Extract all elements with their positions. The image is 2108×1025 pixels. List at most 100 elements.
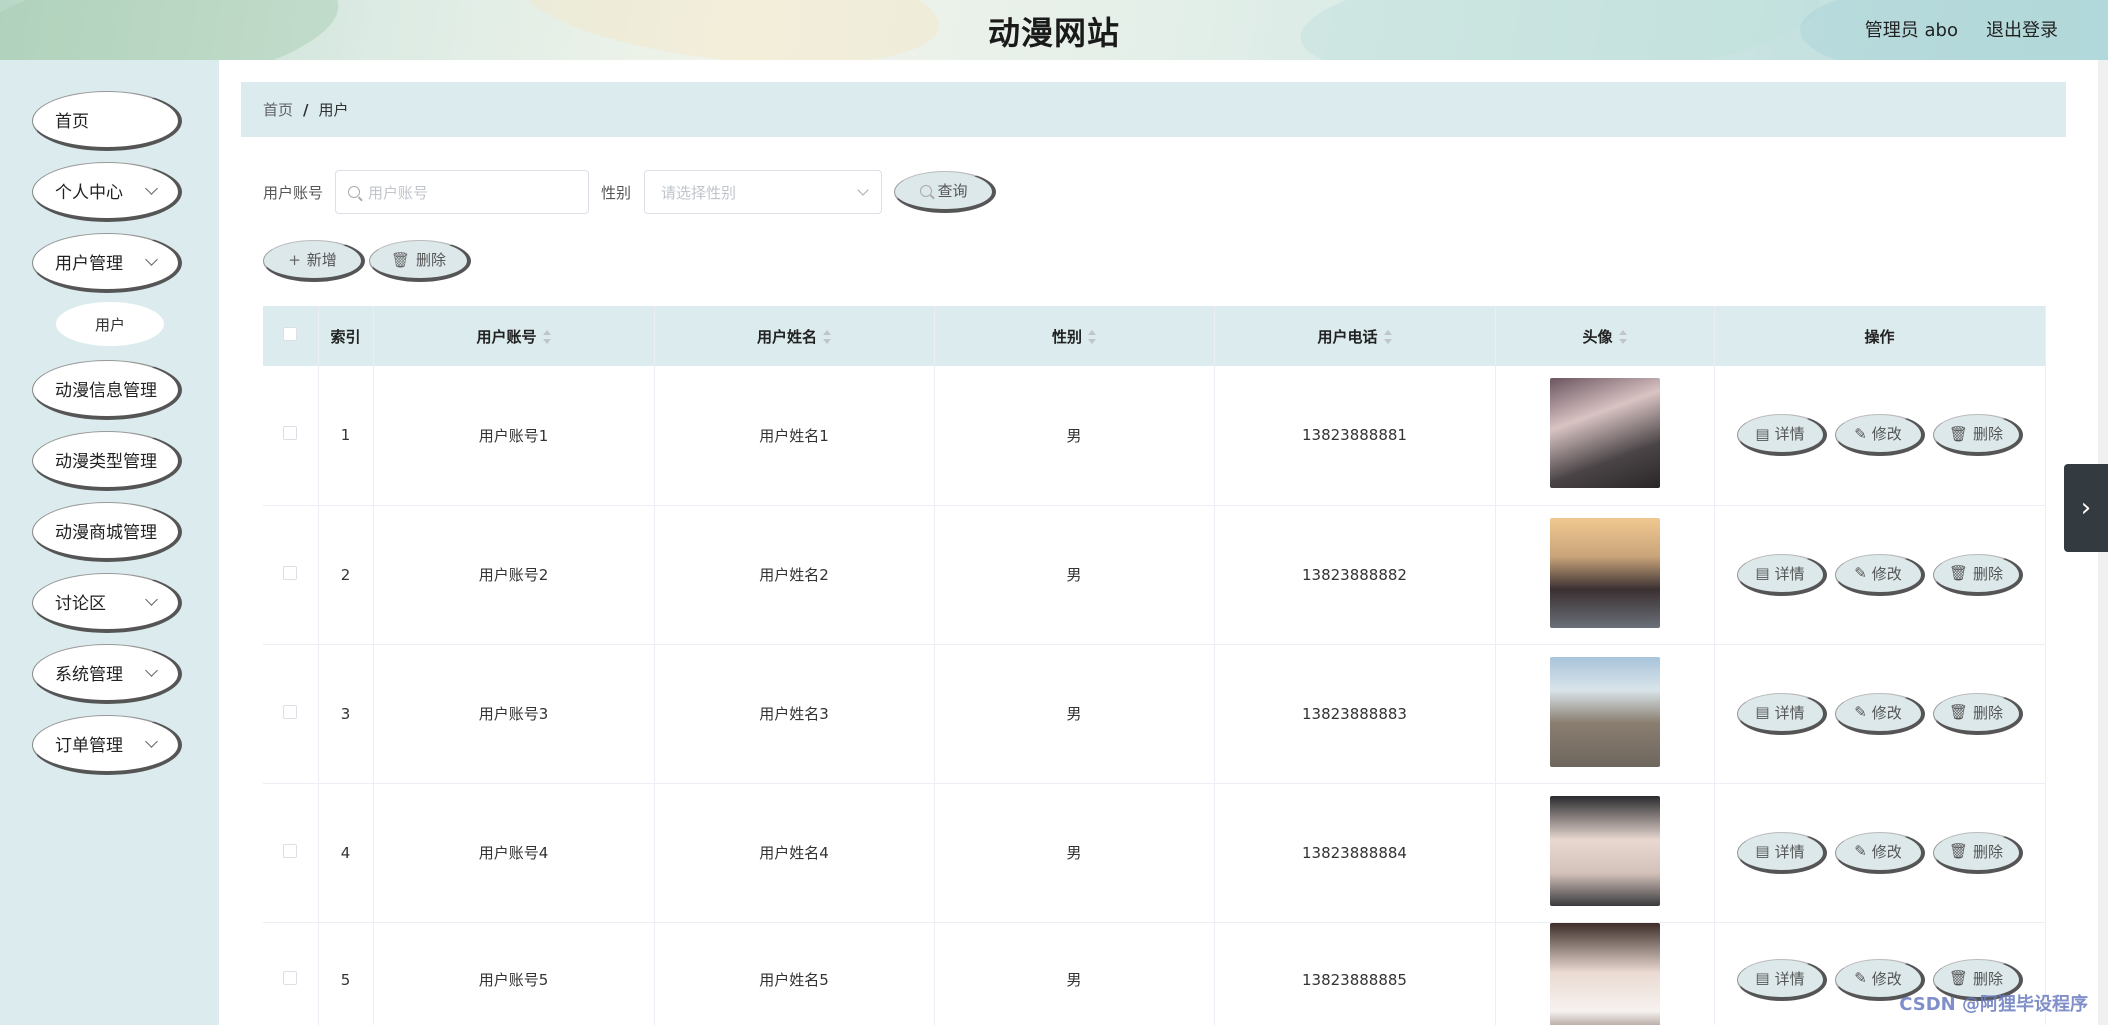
trash-icon: 🗑 [1948, 564, 1969, 582]
column-header-account[interactable]: 用户账号 [373, 306, 655, 366]
sidebar-item-orders[interactable]: 订单管理 [32, 715, 182, 775]
table-header-row: 索引 用户账号 用户姓名 性别 用户电话 头像 操作 [263, 306, 2046, 366]
detail-label: 详情 [1774, 703, 1805, 722]
cell-account: 用户账号3 [373, 644, 655, 784]
row-select-cell [263, 922, 319, 1025]
column-header-phone[interactable]: 用户电话 [1214, 306, 1496, 366]
row-checkbox[interactable] [283, 843, 298, 858]
cell-gender: 男 [934, 783, 1215, 923]
side-panel-toggle[interactable]: › [2064, 464, 2108, 552]
avatar[interactable] [1549, 517, 1660, 628]
avatar[interactable] [1549, 795, 1660, 906]
sidebar-item-user-management[interactable]: 用户管理 [32, 233, 182, 293]
delete-label: 删除 [1973, 703, 2004, 722]
sidebar-subitem-user[interactable]: 用户 [56, 302, 164, 346]
row-select-cell [263, 644, 319, 784]
sort-icon[interactable] [1383, 330, 1392, 344]
trash-icon: 🗑 [1948, 842, 1969, 860]
cell-gender: 男 [934, 644, 1215, 784]
account-label: 用户账号 [263, 183, 324, 202]
sort-icon[interactable] [1618, 330, 1627, 344]
sort-icon[interactable] [823, 330, 831, 344]
delete-button[interactable]: 🗑 删除 [1932, 553, 2023, 596]
avatar[interactable] [1549, 656, 1660, 767]
delete-button-label: 删除 [416, 251, 447, 269]
account-search-input[interactable]: 用户账号 [335, 170, 590, 214]
avatar[interactable] [1549, 378, 1660, 489]
avatar[interactable] [1549, 922, 1660, 1025]
chevron-right-icon: › [2080, 493, 2092, 523]
table-row: 1 用户账号1 用户姓名1 男 13823888881 ▤ 详情 ✎ 修改 🗑 删除 [263, 366, 2046, 506]
sidebar-item-anime-info[interactable]: 动漫信息管理 [32, 360, 182, 420]
cell-actions: ▤ 详情 ✎ 修改 🗑 删除 [1714, 783, 2046, 923]
plus-icon: + [288, 250, 301, 269]
detail-button[interactable]: ▤ 详情 [1736, 958, 1827, 1001]
delete-label: 删除 [1973, 425, 2004, 444]
add-button[interactable]: + 新增 [263, 240, 365, 282]
delete-button[interactable]: 🗑 删除 [1932, 692, 2023, 735]
detail-label: 详情 [1774, 969, 1805, 988]
edit-button[interactable]: ✎ 修改 [1834, 692, 1925, 735]
cell-avatar [1495, 783, 1715, 923]
column-header-gender[interactable]: 性别 [934, 306, 1215, 366]
cell-gender: 男 [934, 505, 1215, 645]
edit-label: 修改 [1871, 703, 1902, 722]
sidebar-item-anime-shop[interactable]: 动漫商城管理 [32, 502, 182, 562]
cell-name: 用户姓名1 [654, 366, 935, 506]
row-checkbox[interactable] [283, 704, 298, 719]
logout-button[interactable]: 退出登录 [1986, 16, 2058, 42]
cell-gender: 男 [934, 366, 1215, 506]
chevron-down-icon [145, 664, 158, 677]
cell-name: 用户姓名2 [654, 505, 935, 645]
delete-button[interactable]: 🗑 删除 [1932, 414, 2023, 457]
detail-button[interactable]: ▤ 详情 [1736, 553, 1827, 596]
sort-icon[interactable] [1088, 330, 1096, 344]
cell-index: 4 [318, 783, 374, 923]
detail-button[interactable]: ▤ 详情 [1736, 414, 1827, 457]
select-all-checkbox[interactable] [283, 327, 298, 341]
gender-select[interactable]: 请选择性别 [644, 170, 883, 214]
cell-avatar [1495, 644, 1715, 784]
cell-index: 1 [318, 366, 374, 506]
edit-button[interactable]: ✎ 修改 [1834, 553, 1925, 596]
document-icon: ▤ [1755, 564, 1770, 582]
document-icon: ▤ [1755, 842, 1770, 860]
cell-avatar [1495, 366, 1715, 506]
column-header-name[interactable]: 用户姓名 [654, 306, 935, 366]
cell-phone: 13823888882 [1214, 505, 1496, 645]
row-checkbox[interactable] [283, 565, 298, 580]
row-select-cell [263, 366, 319, 506]
batch-delete-button[interactable]: 🗑 删除 [369, 240, 471, 282]
sidebar-item-personal-center[interactable]: 个人中心 [32, 162, 182, 222]
breadcrumb: 首页 / 用户 [241, 82, 2066, 137]
sidebar-item-system[interactable]: 系统管理 [32, 644, 182, 704]
table-row: 4 用户账号4 用户姓名4 男 13823888884 ▤ 详情 ✎ 修改 🗑 删除 [263, 783, 2046, 923]
query-button[interactable]: 查询 [894, 171, 997, 213]
row-checkbox[interactable] [283, 426, 298, 441]
delete-label: 删除 [1973, 842, 2004, 861]
detail-button[interactable]: ▤ 详情 [1736, 692, 1827, 735]
breadcrumb-home[interactable]: 首页 [263, 99, 293, 120]
cell-name: 用户姓名4 [654, 783, 935, 923]
edit-label: 修改 [1871, 842, 1902, 861]
edit-button[interactable]: ✎ 修改 [1834, 831, 1925, 874]
sidebar-item-label: 讨论区 [55, 594, 106, 614]
detail-label: 详情 [1774, 842, 1805, 861]
sidebar-item-anime-type[interactable]: 动漫类型管理 [32, 431, 182, 491]
detail-button[interactable]: ▤ 详情 [1736, 831, 1827, 874]
cell-avatar [1495, 505, 1715, 645]
sidebar-item-home[interactable]: 首页 [32, 91, 182, 151]
delete-button[interactable]: 🗑 删除 [1932, 831, 2023, 874]
row-select-cell [263, 505, 319, 645]
search-bar: 用户账号 用户账号 性别 请选择性别 查询 [263, 170, 997, 214]
column-header-avatar[interactable]: 头像 [1495, 306, 1715, 366]
sidebar-item-label: 首页 [55, 112, 89, 132]
column-header-label: 用户账号 [476, 327, 537, 346]
edit-button[interactable]: ✎ 修改 [1834, 414, 1925, 457]
sort-icon[interactable] [542, 330, 551, 344]
pencil-icon: ✎ [1854, 424, 1867, 443]
row-select-cell [263, 783, 319, 923]
cell-phone: 13823888885 [1214, 922, 1496, 1025]
row-checkbox[interactable] [283, 970, 298, 985]
sidebar-item-forum[interactable]: 讨论区 [32, 573, 182, 633]
